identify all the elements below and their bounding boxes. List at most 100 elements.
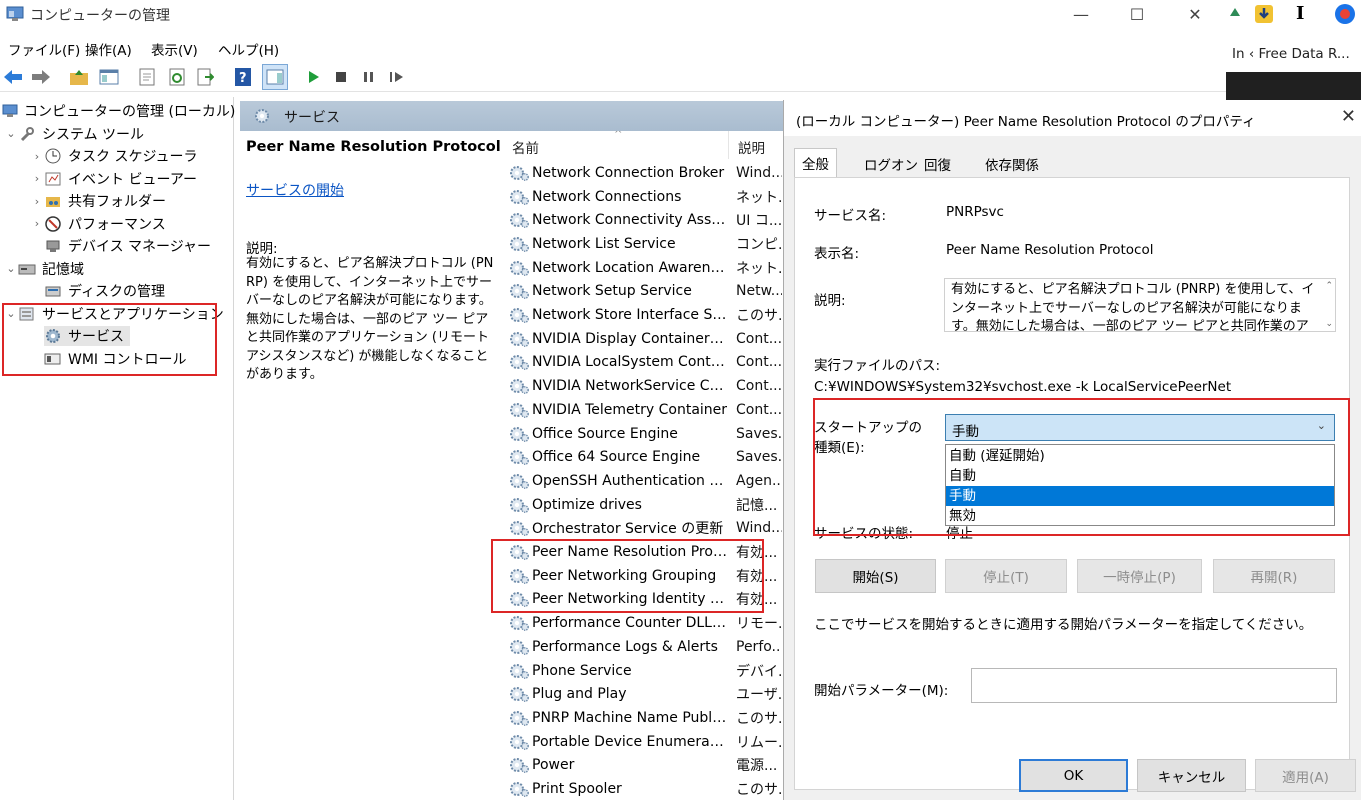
gear-icon bbox=[508, 425, 530, 443]
tab-general[interactable]: 全般 bbox=[794, 148, 837, 178]
menu-view[interactable]: 表示(V) bbox=[151, 39, 198, 59]
tree-item-event-viewer[interactable]: › イベント ビューアー bbox=[0, 168, 232, 191]
minimize-button[interactable]: — bbox=[1058, 0, 1104, 30]
tab-dependencies[interactable]: 依存関係 bbox=[978, 150, 1046, 176]
export-list-icon[interactable] bbox=[194, 66, 216, 88]
chevron-down-icon[interactable]: ⌄ bbox=[4, 262, 18, 275]
tree-item-performance[interactable]: › パフォーマンス bbox=[0, 213, 232, 236]
option-disabled[interactable]: 無効 bbox=[946, 506, 1334, 526]
table-row[interactable]: Network Connectivity Assist... UI コ... bbox=[502, 208, 785, 232]
menu-file[interactable]: ファイル(F) bbox=[8, 39, 80, 59]
browser-tab-text[interactable]: In ‹ Free Data R... bbox=[1232, 46, 1350, 62]
startup-type-select[interactable]: 手動 ⌄ bbox=[945, 414, 1335, 441]
back-icon[interactable] bbox=[2, 66, 24, 88]
chevron-right-icon[interactable]: › bbox=[30, 217, 44, 230]
column-header-description[interactable]: 説明 bbox=[738, 137, 765, 157]
table-row[interactable]: Plug and Play ユーザ... bbox=[502, 682, 785, 706]
table-row[interactable]: Power 電源... bbox=[502, 754, 785, 778]
table-row[interactable]: Performance Counter DLL H... リモー... bbox=[502, 611, 785, 635]
table-row[interactable]: NVIDIA NetworkService Cont... Cont... bbox=[502, 374, 785, 398]
chevron-right-icon[interactable]: › bbox=[30, 172, 44, 185]
close-button[interactable]: ✕ bbox=[1172, 0, 1218, 30]
tree-item-device-manager[interactable]: デバイス マネージャー bbox=[0, 235, 232, 258]
chevron-down-icon[interactable]: ⌄ bbox=[4, 127, 18, 140]
tree-item-disk-management[interactable]: ディスクの管理 bbox=[0, 280, 232, 303]
option-auto-delayed[interactable]: 自動 (遅延開始) bbox=[946, 446, 1334, 466]
chevron-right-icon[interactable]: › bbox=[30, 150, 44, 163]
table-row[interactable]: NVIDIA Telemetry Container Cont... bbox=[502, 398, 785, 422]
download-icon[interactable] bbox=[1254, 4, 1274, 24]
table-row[interactable]: Peer Networking Identity M... 有効... bbox=[502, 588, 785, 612]
gear-icon bbox=[508, 448, 530, 466]
tree-label: デバイス マネージャー bbox=[68, 239, 212, 256]
start-button[interactable]: 開始(S) bbox=[815, 559, 936, 593]
scroll-down-icon[interactable]: ⌄ bbox=[1325, 319, 1333, 329]
table-row[interactable]: NVIDIA LocalSystem Contain... Cont... bbox=[502, 351, 785, 375]
table-row[interactable]: Peer Name Resolution Proto... 有効... bbox=[502, 540, 785, 564]
extension-icon[interactable] bbox=[1226, 4, 1244, 22]
maximize-button[interactable]: ☐ bbox=[1114, 0, 1160, 30]
up-folder-icon[interactable] bbox=[68, 66, 90, 88]
table-row[interactable]: Network Setup Service Netw... bbox=[502, 280, 785, 304]
table-row[interactable]: Network Connection Broker Wind... bbox=[502, 161, 785, 185]
menu-action[interactable]: 操作(A) bbox=[85, 39, 132, 59]
stop-button[interactable]: 停止(T) bbox=[945, 559, 1067, 593]
properties-icon[interactable] bbox=[136, 66, 158, 88]
start-service-icon[interactable] bbox=[302, 66, 324, 88]
table-row[interactable]: Peer Networking Grouping 有効... bbox=[502, 564, 785, 588]
tree-item-services-apps[interactable]: ⌄ サービスとアプリケーション bbox=[0, 303, 232, 326]
cancel-button[interactable]: キャンセル bbox=[1137, 759, 1246, 792]
table-row[interactable]: Network Connections ネット... bbox=[502, 185, 785, 209]
table-row[interactable]: Office 64 Source Engine Saves... bbox=[502, 445, 785, 469]
help-icon[interactable]: ? bbox=[232, 66, 254, 88]
show-hide-tree-icon[interactable] bbox=[98, 66, 120, 88]
service-name-cell: NVIDIA Telemetry Container bbox=[532, 401, 728, 418]
restart-service-icon[interactable] bbox=[386, 66, 408, 88]
ok-button[interactable]: OK bbox=[1019, 759, 1128, 792]
table-row[interactable]: PNRP Machine Name Public... このサ... bbox=[502, 706, 785, 730]
table-row[interactable]: Network Store Interface Serv... このサ... bbox=[502, 303, 785, 327]
tab-logon[interactable]: ログオン bbox=[857, 150, 925, 176]
column-header-name[interactable]: 名前 bbox=[512, 137, 539, 157]
table-row[interactable]: Phone Service デバイ... bbox=[502, 659, 785, 683]
tree-label: パフォーマンス bbox=[68, 216, 166, 233]
tree-item-shared-folders[interactable]: › 共有フォルダー bbox=[0, 190, 232, 213]
description-textbox[interactable]: 有効にすると、ピア名解決プロトコル (PNRP) を使用して、インターネット上で… bbox=[944, 278, 1336, 332]
tree-item-services[interactable]: サービス bbox=[0, 325, 232, 348]
stop-service-icon[interactable] bbox=[330, 66, 352, 88]
table-row[interactable]: Optimize drives 記憶... bbox=[502, 493, 785, 517]
scroll-up-icon[interactable]: ⌃ bbox=[1325, 281, 1333, 291]
chevron-right-icon[interactable]: › bbox=[30, 195, 44, 208]
tree-item-storage[interactable]: ⌄ 記憶域 bbox=[0, 258, 232, 281]
start-service-link[interactable]: サービスの開始 bbox=[246, 180, 344, 200]
tree-item-wmi[interactable]: WMI コントロール bbox=[0, 348, 232, 371]
pause-button[interactable]: 一時停止(P) bbox=[1077, 559, 1202, 593]
refresh-icon[interactable] bbox=[166, 66, 188, 88]
start-parameters-input[interactable] bbox=[971, 668, 1337, 703]
option-manual[interactable]: 手動 bbox=[946, 486, 1334, 506]
apply-button[interactable]: 適用(A) bbox=[1255, 759, 1356, 792]
resume-button[interactable]: 再開(R) bbox=[1213, 559, 1335, 593]
table-row[interactable]: NVIDIA Display Container LS Cont... bbox=[502, 327, 785, 351]
table-row[interactable]: OpenSSH Authentication Ag... Agen... bbox=[502, 469, 785, 493]
dialog-close-button[interactable]: ✕ bbox=[1341, 106, 1356, 127]
service-name-cell: Network Connections bbox=[532, 188, 682, 205]
browser-profile-icon[interactable] bbox=[1334, 3, 1356, 25]
table-row[interactable]: Print Spooler このサ... bbox=[502, 777, 785, 800]
table-row[interactable]: Network List Service コンピ... bbox=[502, 232, 785, 256]
tree-item-task-scheduler[interactable]: › タスク スケジューラ bbox=[0, 145, 232, 168]
tree-item-root[interactable]: コンピューターの管理 (ローカル) bbox=[0, 100, 235, 123]
show-action-pane-icon[interactable] bbox=[262, 64, 288, 90]
table-row[interactable]: Performance Logs & Alerts Perfo... bbox=[502, 635, 785, 659]
tab-recovery[interactable]: 回復 bbox=[917, 150, 958, 176]
table-row[interactable]: Portable Device Enumerator ... リムー... bbox=[502, 730, 785, 754]
chevron-down-icon[interactable]: ⌄ bbox=[4, 307, 18, 320]
option-auto[interactable]: 自動 bbox=[946, 466, 1334, 486]
table-row[interactable]: Office Source Engine Saves... bbox=[502, 422, 785, 446]
tree-item-system-tools[interactable]: ⌄ システム ツール bbox=[0, 123, 232, 146]
table-row[interactable]: Network Location Awareness ネット... bbox=[502, 256, 785, 280]
forward-icon[interactable] bbox=[30, 66, 52, 88]
pause-service-icon[interactable] bbox=[358, 66, 380, 88]
menu-help[interactable]: ヘルプ(H) bbox=[218, 39, 279, 59]
table-row[interactable]: Orchestrator Service の更新 Wind... bbox=[502, 517, 785, 541]
